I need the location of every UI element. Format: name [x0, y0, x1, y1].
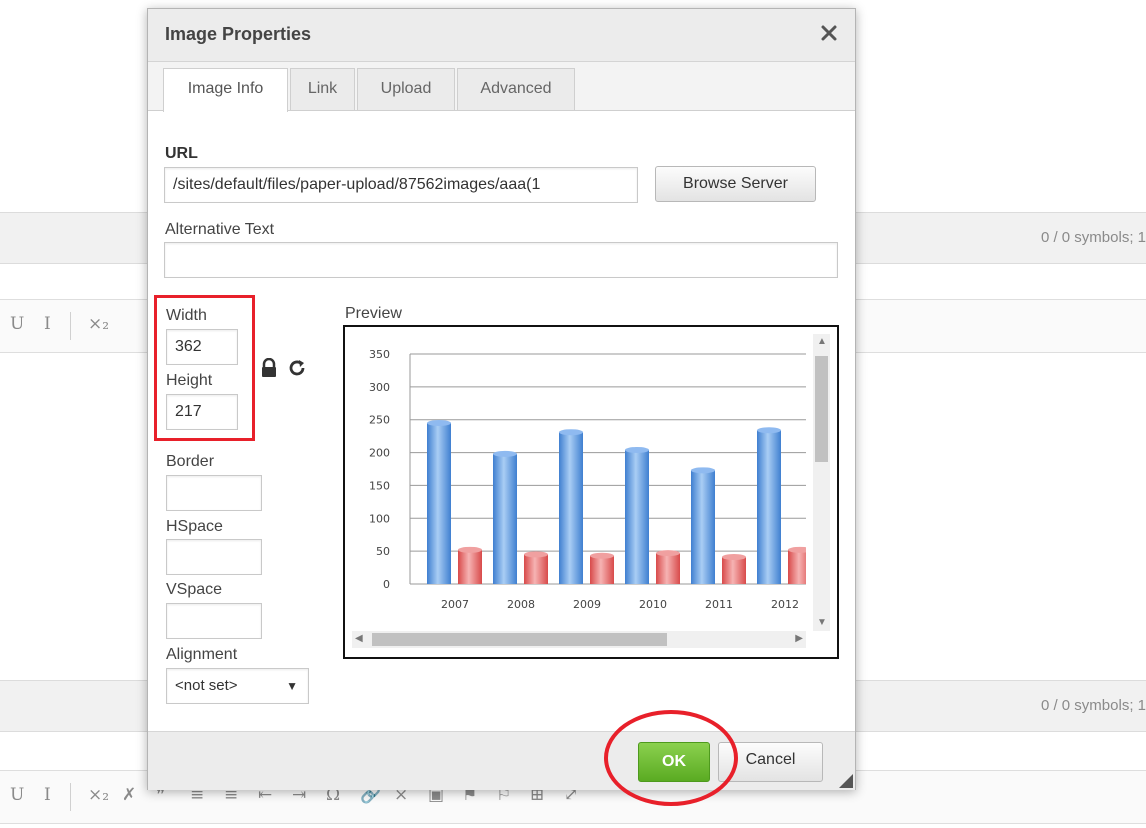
chart-x-tick-label: 2007	[441, 598, 469, 611]
alt-text-label: Alternative Text	[165, 221, 275, 238]
chart-bar-blue	[427, 423, 451, 584]
chart-bar-blue	[691, 470, 715, 584]
chart-bar-cap	[656, 550, 680, 557]
chart-bar-blue	[559, 432, 583, 584]
tab-link[interactable]: Link	[290, 68, 355, 110]
chart-x-tick-label: 2011	[705, 598, 733, 611]
symbol-count: 0 / 0 symbols; 1	[1040, 229, 1146, 246]
dialog-title-bar: Image Properties	[148, 9, 855, 62]
chart-bar-blue	[493, 453, 517, 584]
chart-y-tick-label: 50	[376, 545, 390, 558]
scroll-up-icon[interactable]: ▲	[817, 337, 827, 347]
toolbar-separator	[70, 783, 71, 811]
chart-bar-red	[656, 553, 680, 584]
chart-x-tick-label: 2008	[507, 598, 535, 611]
preview-bar-chart: 0 50 100 150 200 250 300 350 2007 2008 2009 2010 201…	[369, 348, 806, 611]
preview-label: Preview	[345, 305, 402, 322]
browse-server-button[interactable]: Browse Server	[655, 166, 816, 202]
dialog-title: Image Properties	[165, 24, 312, 44]
vspace-input[interactable]	[166, 603, 262, 639]
alt-text-input[interactable]	[164, 242, 838, 278]
chart-bar-cap	[757, 427, 781, 434]
ok-button-highlight	[604, 710, 738, 806]
chart-x-tick-label: 2010	[639, 598, 667, 611]
chart-bar-red	[788, 549, 806, 584]
preview-image-area: 0 50 100 150 200 250 300 350 2007 2008 2009 2010 201…	[352, 334, 806, 631]
chevron-down-icon: ▼	[286, 679, 298, 693]
tab-advanced[interactable]: Advanced	[457, 68, 575, 110]
chart-bar-red	[590, 555, 614, 584]
border-input[interactable]	[166, 475, 262, 511]
scroll-down-icon[interactable]: ▼	[817, 618, 827, 628]
scroll-left-icon[interactable]: ◀	[355, 634, 363, 644]
chart-bar-cap	[493, 450, 517, 457]
vspace-label: VSpace	[166, 581, 223, 598]
toolbar-button[interactable]: I	[44, 314, 51, 334]
chart-y-tick-label: 350	[369, 348, 390, 361]
tab-image-info[interactable]: Image Info	[163, 68, 288, 112]
chart-bar-red	[458, 549, 482, 584]
toolbar-button[interactable]: ×₂	[88, 785, 109, 805]
chart-bar-blue	[625, 449, 649, 584]
chart-y-tick-label: 250	[369, 414, 390, 427]
tab-bar: Image Info Link Upload Advanced	[148, 62, 855, 112]
chart-x-tick-label: 2009	[573, 598, 601, 611]
tab-upload[interactable]: Upload	[357, 68, 455, 110]
toolbar-button[interactable]: U	[10, 314, 24, 334]
chart-bar-cap	[722, 554, 746, 561]
symbol-count: 0 / 0 symbols; 1	[1040, 697, 1146, 714]
chart-y-tick-label: 200	[369, 447, 390, 460]
chart-y-tick-label: 150	[369, 479, 390, 492]
chart-bar-cap	[458, 546, 482, 553]
chart-y-tick-label: 0	[383, 578, 390, 591]
chart-bar-blue	[757, 430, 781, 584]
image-preview: 0 50 100 150 200 250 300 350 2007 2008 2009 2010 201…	[343, 325, 839, 659]
chart-bar-cap	[427, 420, 451, 426]
chart-x-tick-label: 2012	[771, 598, 799, 611]
resize-handle-icon[interactable]	[839, 774, 853, 788]
border-label: Border	[166, 453, 215, 470]
chart-bar-cap	[524, 551, 548, 558]
alignment-select[interactable]: <not set> ▼	[166, 668, 309, 704]
chart-y-tick-label: 100	[369, 512, 390, 525]
vertical-scroll-thumb[interactable]	[815, 356, 828, 462]
scroll-right-icon[interactable]: ▶	[795, 634, 803, 644]
chart-bar-cap	[625, 446, 649, 453]
reset-size-icon[interactable]	[287, 358, 307, 383]
alignment-value: <not set>	[175, 677, 238, 694]
toolbar-button[interactable]: ×₂	[88, 314, 109, 334]
toolbar-button[interactable]: ✗	[122, 785, 136, 805]
chart-bar-cap	[559, 429, 583, 436]
chart-y-tick-label: 300	[369, 381, 390, 394]
chart-bar-red	[722, 557, 746, 584]
width-height-highlight	[154, 295, 255, 441]
close-icon[interactable]	[817, 21, 841, 45]
alignment-label: Alignment	[166, 646, 238, 663]
url-input[interactable]: /sites/default/files/paper-upload/87562i…	[164, 167, 638, 203]
lock-icon[interactable]	[260, 357, 278, 383]
toolbar-separator	[70, 312, 71, 340]
toolbar-button[interactable]: U	[10, 785, 24, 805]
url-label: URL	[165, 145, 198, 162]
hspace-input[interactable]	[166, 539, 262, 575]
hspace-label: HSpace	[166, 518, 223, 535]
dialog-footer: OK Cancel	[148, 731, 855, 790]
horizontal-scroll-thumb[interactable]	[372, 633, 667, 646]
chart-bar-cap	[590, 552, 614, 559]
chart-bar-red	[524, 554, 548, 584]
vertical-scrollbar[interactable]: ▲ ▼	[813, 334, 830, 631]
chart-bar-cap	[691, 467, 715, 474]
horizontal-scrollbar[interactable]: ◀ ▶	[352, 631, 806, 648]
toolbar-button[interactable]: I	[44, 785, 51, 805]
